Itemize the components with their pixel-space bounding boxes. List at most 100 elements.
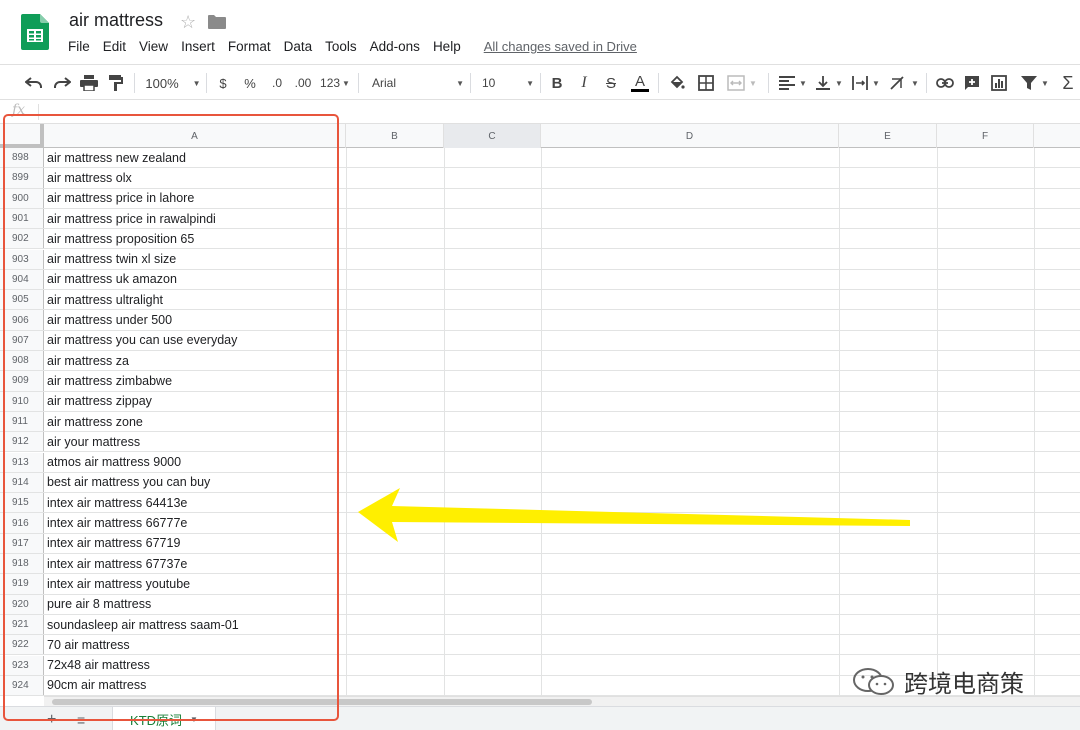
row-number[interactable]: 901 bbox=[0, 209, 44, 228]
paint-format-icon[interactable] bbox=[106, 72, 126, 94]
cell-a[interactable]: atmos air mattress 9000 bbox=[47, 453, 181, 472]
strikethrough-button[interactable]: S bbox=[603, 72, 619, 94]
add-sheet-icon[interactable]: + bbox=[47, 711, 56, 729]
row-number[interactable]: 923 bbox=[0, 656, 44, 675]
menu-data[interactable]: Data bbox=[284, 39, 313, 54]
all-sheets-icon[interactable]: ≡ bbox=[77, 712, 85, 728]
row-number[interactable]: 924 bbox=[0, 676, 44, 695]
undo-icon[interactable] bbox=[24, 72, 44, 94]
increase-decimal-button[interactable]: .00 bbox=[292, 72, 314, 94]
cell-a[interactable]: air mattress under 500 bbox=[47, 310, 172, 329]
insert-comment-icon[interactable] bbox=[962, 72, 982, 94]
cell-a[interactable]: air mattress proposition 65 bbox=[47, 229, 194, 248]
row-number[interactable]: 908 bbox=[0, 351, 44, 370]
sheets-logo-icon[interactable] bbox=[21, 14, 49, 50]
cell-a[interactable]: 90cm air mattress bbox=[47, 676, 146, 695]
menu-file[interactable]: File bbox=[68, 39, 90, 54]
text-wrap-icon[interactable]: ▼ bbox=[851, 72, 881, 94]
document-title[interactable]: air mattress bbox=[69, 10, 163, 31]
row-number[interactable]: 903 bbox=[0, 250, 44, 269]
percent-button[interactable]: % bbox=[242, 72, 258, 94]
row-number[interactable]: 915 bbox=[0, 493, 44, 512]
column-header-b[interactable]: B bbox=[346, 124, 444, 148]
cell-a[interactable]: intex air mattress youtube bbox=[47, 574, 190, 593]
row-number[interactable]: 916 bbox=[0, 513, 44, 532]
row-number[interactable]: 900 bbox=[0, 189, 44, 208]
merge-cells-icon[interactable]: ▼ bbox=[724, 72, 760, 94]
row-number[interactable]: 905 bbox=[0, 290, 44, 309]
cell-a[interactable]: 70 air mattress bbox=[47, 635, 130, 654]
align-horizontal-icon[interactable]: ▼ bbox=[778, 72, 808, 94]
cell-a[interactable]: air mattress price in rawalpindi bbox=[47, 209, 216, 228]
redo-icon[interactable] bbox=[52, 72, 72, 94]
functions-icon[interactable]: Σ bbox=[1058, 72, 1078, 94]
row-number[interactable]: 906 bbox=[0, 310, 44, 329]
star-icon[interactable]: ☆ bbox=[180, 12, 196, 33]
row-number[interactable]: 904 bbox=[0, 270, 44, 289]
fill-color-icon[interactable] bbox=[668, 72, 686, 94]
row-number[interactable]: 920 bbox=[0, 595, 44, 614]
menu-format[interactable]: Format bbox=[228, 39, 271, 54]
decrease-decimal-button[interactable]: .0 bbox=[268, 72, 286, 94]
row-number[interactable]: 912 bbox=[0, 432, 44, 451]
cell-a[interactable]: air mattress za bbox=[47, 351, 129, 370]
menu-view[interactable]: View bbox=[139, 39, 168, 54]
menu-insert[interactable]: Insert bbox=[181, 39, 215, 54]
menu-addons[interactable]: Add-ons bbox=[370, 39, 420, 54]
cell-a[interactable]: intex air mattress 67719 bbox=[47, 534, 180, 553]
cell-a[interactable]: soundasleep air mattress saam-01 bbox=[47, 615, 239, 634]
align-vertical-icon[interactable]: ▼ bbox=[814, 72, 844, 94]
font-select[interactable]: Arial▼ bbox=[372, 72, 464, 94]
borders-icon[interactable] bbox=[697, 72, 715, 94]
folder-icon[interactable] bbox=[208, 15, 226, 29]
column-header-e[interactable]: E bbox=[839, 124, 937, 148]
column-header-a[interactable]: A bbox=[44, 124, 346, 148]
cell-a[interactable]: air mattress new zealand bbox=[47, 148, 186, 167]
cell-a[interactable]: pure air 8 mattress bbox=[47, 595, 151, 614]
spreadsheet-grid[interactable]: A B C D E F 898air mattress new zealand8… bbox=[0, 124, 1080, 696]
row-number[interactable]: 913 bbox=[0, 453, 44, 472]
cell-a[interactable]: air your mattress bbox=[47, 432, 140, 451]
cell-a[interactable]: intex air mattress 67737e bbox=[47, 554, 187, 573]
cell-a[interactable]: air mattress zimbabwe bbox=[47, 371, 172, 390]
cell-a[interactable]: intex air mattress 66777e bbox=[47, 513, 187, 532]
text-color-button[interactable]: A bbox=[630, 72, 650, 94]
cell-a[interactable]: intex air mattress 64413e bbox=[47, 493, 187, 512]
select-all-corner[interactable] bbox=[0, 124, 44, 148]
cell-a[interactable]: air mattress zone bbox=[47, 412, 143, 431]
row-number[interactable]: 899 bbox=[0, 168, 44, 187]
row-number[interactable]: 910 bbox=[0, 392, 44, 411]
sheet-tab[interactable]: KTD原词▼ bbox=[112, 707, 216, 730]
row-number[interactable]: 918 bbox=[0, 554, 44, 573]
cell-a[interactable]: 72x48 air mattress bbox=[47, 656, 150, 675]
row-number[interactable]: 917 bbox=[0, 534, 44, 553]
cell-a[interactable]: air mattress you can use everyday bbox=[47, 331, 237, 350]
horizontal-scrollbar[interactable] bbox=[44, 696, 1080, 706]
row-number[interactable]: 909 bbox=[0, 371, 44, 390]
column-header-d[interactable]: D bbox=[541, 124, 839, 148]
insert-link-icon[interactable] bbox=[935, 72, 955, 94]
cell-a[interactable]: air mattress ultralight bbox=[47, 290, 163, 309]
row-number[interactable]: 921 bbox=[0, 615, 44, 634]
cell-a[interactable]: air mattress zippay bbox=[47, 392, 152, 411]
zoom-select[interactable]: 100%▼ bbox=[146, 72, 200, 94]
column-header-f[interactable]: F bbox=[937, 124, 1034, 148]
formula-bar[interactable]: fx bbox=[0, 100, 1080, 124]
menu-help[interactable]: Help bbox=[433, 39, 461, 54]
row-number[interactable]: 922 bbox=[0, 635, 44, 654]
row-number[interactable]: 914 bbox=[0, 473, 44, 492]
cell-a[interactable]: air mattress olx bbox=[47, 168, 132, 187]
column-header-c[interactable]: C bbox=[444, 124, 541, 148]
insert-chart-icon[interactable] bbox=[989, 72, 1009, 94]
cell-a[interactable]: best air mattress you can buy bbox=[47, 473, 210, 492]
row-number[interactable]: 907 bbox=[0, 331, 44, 350]
row-number[interactable]: 911 bbox=[0, 412, 44, 431]
print-icon[interactable] bbox=[79, 72, 99, 94]
menu-tools[interactable]: Tools bbox=[325, 39, 357, 54]
row-number[interactable]: 898 bbox=[0, 148, 44, 167]
cell-a[interactable]: air mattress uk amazon bbox=[47, 270, 177, 289]
save-status-link[interactable]: All changes saved in Drive bbox=[484, 39, 637, 54]
row-number[interactable]: 902 bbox=[0, 229, 44, 248]
italic-button[interactable]: I bbox=[576, 72, 592, 94]
cell-a[interactable]: air mattress twin xl size bbox=[47, 250, 176, 269]
